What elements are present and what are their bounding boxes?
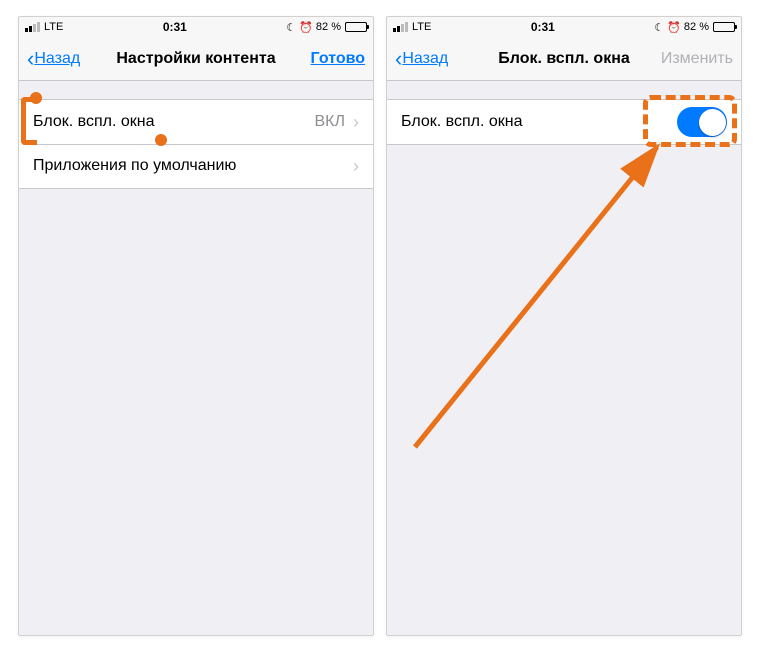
annotation-dot bbox=[30, 92, 42, 104]
two-phone-layout: LTE 0:31 ☾ ⏰ 82 % ‹ Назад Настройки конт… bbox=[0, 0, 768, 652]
back-button[interactable]: Назад bbox=[34, 50, 80, 68]
status-bar: LTE 0:31 ☾ ⏰ 82 % bbox=[19, 17, 373, 37]
status-bar: LTE 0:31 ☾ ⏰ 82 % bbox=[387, 17, 741, 37]
phone-right: LTE 0:31 ☾ ⏰ 82 % ‹ Назад Блок. вспл. ок… bbox=[386, 16, 742, 636]
back-chevron-icon[interactable]: ‹ bbox=[395, 48, 402, 70]
annotation-dashed-box bbox=[643, 95, 737, 147]
nav-bar: ‹ Назад Настройки контента Готово bbox=[19, 37, 373, 81]
battery-percent: 82 % bbox=[316, 21, 341, 33]
carrier-label: LTE bbox=[412, 21, 431, 33]
chevron-right-icon: › bbox=[353, 156, 359, 177]
battery-icon bbox=[713, 22, 735, 32]
annotation-arrow bbox=[405, 137, 685, 457]
back-chevron-icon[interactable]: ‹ bbox=[27, 48, 34, 70]
row-value: ВКЛ bbox=[315, 113, 346, 131]
carrier-label: LTE bbox=[44, 21, 63, 33]
row-label: Приложения по умолчанию bbox=[33, 157, 236, 175]
chevron-right-icon: › bbox=[353, 112, 359, 133]
row-label: Блок. вспл. окна bbox=[33, 113, 154, 131]
row-block-popups[interactable]: Блок. вспл. окна ВКЛ › bbox=[19, 100, 373, 144]
done-button[interactable]: Готово bbox=[311, 50, 365, 68]
clock-label: 0:31 bbox=[163, 20, 187, 34]
battery-percent: 82 % bbox=[684, 21, 709, 33]
alarm-icon: ⏰ bbox=[667, 21, 681, 34]
back-button[interactable]: Назад bbox=[402, 50, 448, 68]
phone-left: LTE 0:31 ☾ ⏰ 82 % ‹ Назад Настройки конт… bbox=[18, 16, 374, 636]
signal-icon bbox=[25, 22, 40, 32]
annotation-bracket bbox=[21, 97, 37, 145]
signal-icon bbox=[393, 22, 408, 32]
row-default-apps[interactable]: Приложения по умолчанию › bbox=[19, 144, 373, 188]
dnd-icon: ☾ bbox=[286, 21, 296, 34]
nav-bar: ‹ Назад Блок. вспл. окна Изменить bbox=[387, 37, 741, 81]
edit-button: Изменить bbox=[661, 50, 733, 68]
battery-icon bbox=[345, 22, 367, 32]
clock-label: 0:31 bbox=[531, 20, 555, 34]
row-label: Блок. вспл. окна bbox=[401, 113, 522, 131]
dnd-icon: ☾ bbox=[654, 21, 664, 34]
settings-list: Блок. вспл. окна ВКЛ › Приложения по умо… bbox=[19, 99, 373, 189]
annotation-dot bbox=[155, 134, 167, 146]
alarm-icon: ⏰ bbox=[299, 21, 313, 34]
